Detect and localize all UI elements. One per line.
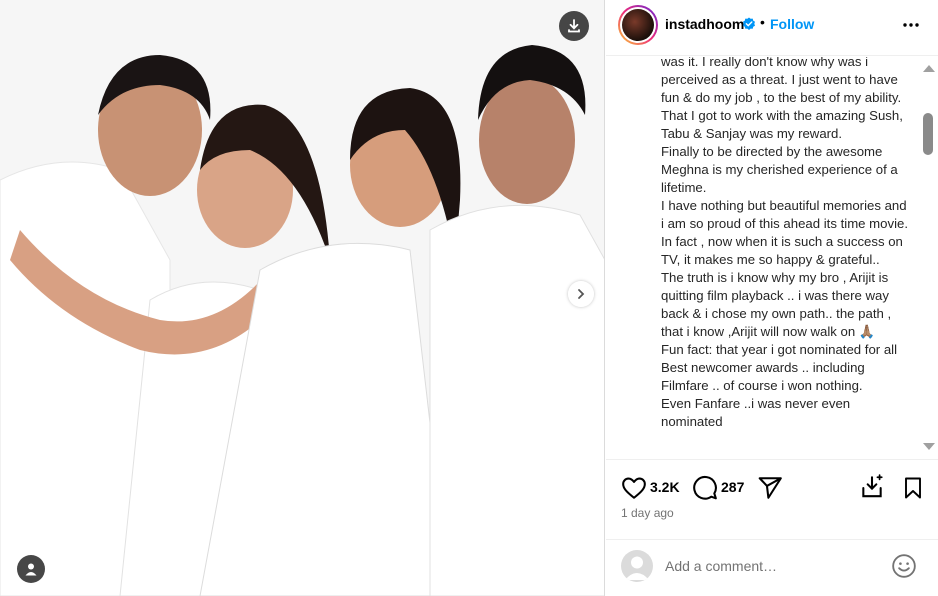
scrollbar-thumb[interactable] [923, 113, 933, 155]
post-actions: 3.2K 287 1 day ago [606, 459, 938, 539]
user-tag-icon [25, 563, 37, 576]
post-photo [0, 0, 604, 596]
carousel-dot [311, 574, 317, 580]
carousel-dot [281, 574, 287, 580]
carousel-indicator [281, 574, 317, 580]
share-icon[interactable] [757, 475, 783, 501]
avatar-image [622, 9, 654, 41]
comment-input[interactable] [665, 554, 875, 578]
scroll-up-arrow-icon[interactable] [923, 65, 935, 72]
like-count[interactable]: 3.2K [650, 479, 680, 495]
tagged-users-button[interactable] [17, 555, 45, 583]
post-caption: was it. I really don't know why was i pe… [661, 57, 909, 429]
emoji-icon[interactable] [891, 553, 917, 579]
download-button[interactable] [559, 11, 589, 41]
verified-badge-icon [743, 17, 755, 30]
scroll-down-arrow-icon[interactable] [923, 443, 935, 450]
post-details-panel: instadhoom • Follow was it. I really don… [606, 0, 938, 596]
header-separator: • [760, 14, 765, 30]
current-user-avatar [621, 550, 653, 582]
more-options-icon[interactable] [902, 17, 920, 33]
comment-count[interactable]: 287 [721, 479, 744, 495]
heart-icon[interactable] [621, 475, 647, 501]
post-header: instadhoom • Follow [606, 0, 938, 56]
caption-scrollbar[interactable] [919, 57, 938, 459]
carousel-next-button[interactable] [568, 281, 594, 307]
author-username[interactable]: instadhoom [665, 16, 744, 32]
comment-icon[interactable] [692, 475, 718, 501]
follow-button[interactable]: Follow [770, 16, 814, 32]
default-avatar-icon [625, 556, 649, 580]
post-timestamp[interactable]: 1 day ago [621, 506, 674, 520]
carousel-dot [301, 574, 307, 580]
carousel-dot [291, 574, 297, 580]
download-icon [568, 19, 580, 33]
author-avatar[interactable] [618, 5, 658, 45]
bookmark-icon[interactable] [901, 475, 925, 501]
remix-icon[interactable] [859, 474, 885, 500]
post-media[interactable] [0, 0, 605, 596]
chevron-right-icon [578, 289, 585, 299]
caption-scroll-area[interactable]: was it. I really don't know why was i pe… [606, 57, 938, 459]
comment-composer [606, 539, 938, 596]
